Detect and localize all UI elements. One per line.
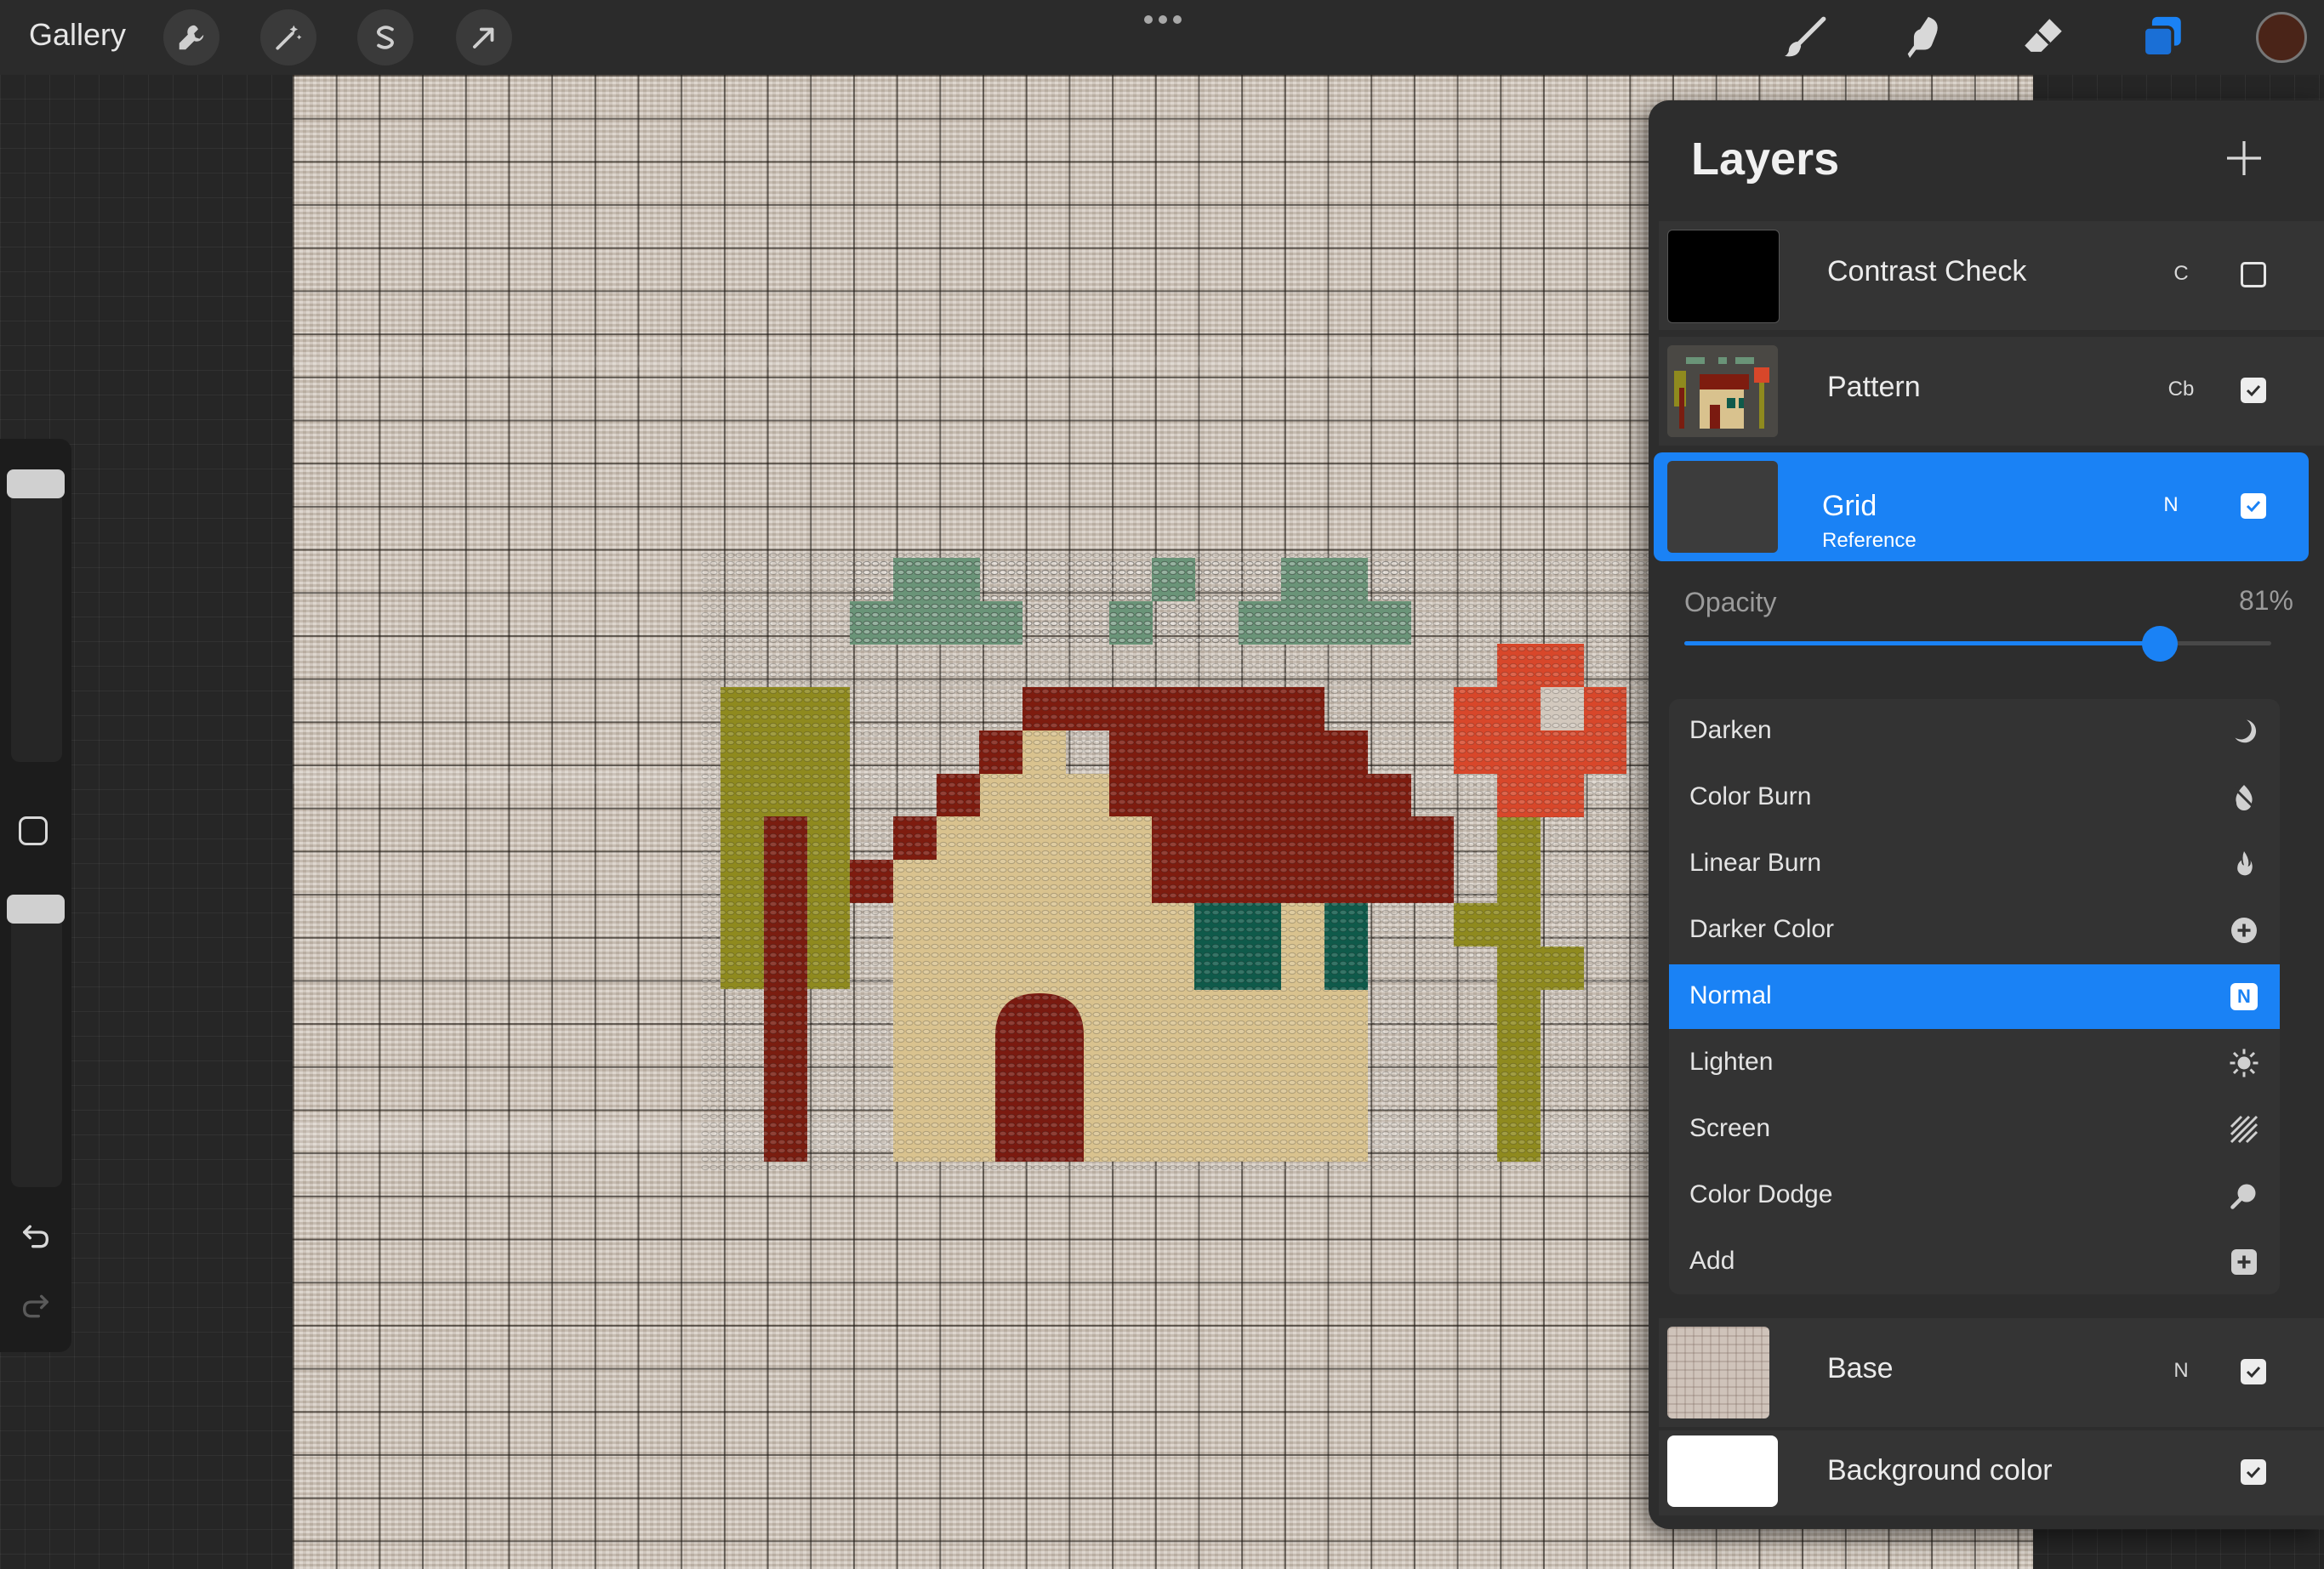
layer-subtitle: Reference [1822,529,1917,552]
opacity-slider-fill [1684,641,2160,645]
blend-mode-label: Lighten [1689,1048,1774,1076]
layers-icon[interactable] [2135,10,2190,65]
left-sidebar [0,439,71,1352]
layer-name: Pattern [1827,371,1921,403]
opacity-slider[interactable] [1684,626,2271,662]
layers-panel: Layers Contrast Check C Pattern Cb Grid … [1649,100,2324,1529]
layer-thumbnail [1667,230,1780,323]
blend-mode-lighten[interactable]: Lighten [1669,1031,2280,1095]
layer-row-base[interactable]: Base N [1659,1318,2324,1427]
more-options-icon[interactable] [1142,9,1184,34]
layer-name: Grid [1822,490,1877,522]
brush-icon[interactable] [1778,10,1832,65]
checkmark-icon [2246,1366,2261,1379]
hatch-icon [2230,1115,2258,1144]
background-color-swatch[interactable] [1667,1435,1778,1507]
burn-icon [2232,785,2256,810]
plus-square-icon [2231,1249,2257,1275]
layer-name: Contrast Check [1827,255,2027,287]
blend-mode-label: Add [1689,1247,1735,1275]
layer-visibility-checkbox[interactable] [2241,262,2266,287]
opacity-label: Opacity [1684,587,1777,617]
brush-opacity-slider[interactable] [7,895,65,1187]
gallery-button[interactable]: Gallery [29,17,126,53]
layer-name: Background color [1827,1454,2053,1487]
brush-size-handle[interactable] [7,469,65,498]
transform-arrow-icon[interactable] [456,9,512,65]
current-color-swatch[interactable] [2256,12,2307,63]
layer-visibility-checkbox[interactable] [2241,378,2266,403]
layer-visibility-checkbox[interactable] [2241,1359,2266,1384]
layer-blend-mode[interactable]: C [2162,262,2200,286]
layer-row-pattern[interactable]: Pattern Cb [1659,337,2324,446]
undo-icon[interactable] [17,1219,54,1253]
layer-name: Base [1827,1352,1894,1384]
pattern-thumbnail-image [1667,345,1778,437]
blend-mode-add[interactable]: Add [1669,1230,2280,1294]
selection-s-icon[interactable] [357,9,413,65]
checkmark-icon [2246,384,2261,397]
blend-mode-label: Linear Burn [1689,849,1822,877]
blend-mode-linear-burn[interactable]: Linear Burn [1669,832,2280,896]
blend-mode-normal[interactable]: Normal N [1669,964,2280,1029]
blend-mode-color-dodge[interactable]: Color Dodge [1669,1163,2280,1228]
layer-row-contrast-check[interactable]: Contrast Check C [1659,221,2324,330]
layer-visibility-checkbox[interactable] [2241,1459,2266,1485]
moon-icon [2235,719,2257,743]
top-toolbar: Gallery [0,0,2324,75]
layers-panel-title: Layers [1691,134,1840,185]
blend-mode-label: Color Burn [1689,782,1812,810]
layer-thumbnail [1667,461,1778,553]
checkmark-icon [2246,500,2261,513]
blend-mode-darken[interactable]: Darken [1669,699,2280,764]
opacity-value: 81% [2238,585,2293,616]
redo-icon[interactable] [17,1289,54,1323]
layer-row-grid[interactable]: Grid Reference N [1654,452,2309,561]
blend-mode-label: Darker Color [1689,915,1835,943]
n-badge-icon: N [2230,983,2258,1010]
layer-thumbnail [1667,1327,1769,1418]
blend-mode-list: Darken Color Burn Linear Burn Darker Col… [1669,699,2280,1294]
add-layer-icon[interactable] [2224,138,2264,179]
eraser-icon[interactable] [2016,10,2071,65]
blend-mode-darker-color[interactable]: Darker Color [1669,898,2280,963]
plus-circle-icon [2231,918,2257,943]
brush-opacity-handle[interactable] [7,895,65,924]
modify-button[interactable] [19,816,48,845]
layer-row-background-color[interactable]: Background color [1659,1430,2324,1515]
layer-blend-mode[interactable]: N [2162,1359,2200,1383]
smudge-icon[interactable] [1897,10,1951,65]
adjustments-wand-icon[interactable] [260,9,316,65]
blend-mode-color-burn[interactable]: Color Burn [1669,765,2280,830]
layer-thumbnail [1667,345,1778,437]
blend-mode-label: Screen [1689,1114,1771,1142]
opacity-slider-knob[interactable] [2141,626,2178,662]
layer-blend-mode[interactable]: N [2152,493,2190,517]
dodge-icon [2230,1184,2256,1209]
flame-icon [2237,851,2253,876]
checkmark-icon [2246,1466,2261,1479]
blend-mode-label: Darken [1689,716,1772,744]
actions-wrench-icon[interactable] [163,9,219,65]
sun-icon [2230,1049,2258,1077]
brush-size-slider[interactable] [7,469,65,762]
blend-mode-screen[interactable]: Screen [1669,1097,2280,1162]
blend-mode-label: Normal [1689,981,1772,1009]
layer-visibility-checkbox[interactable] [2241,493,2266,519]
blend-mode-label: Color Dodge [1689,1180,1833,1208]
layer-blend-mode[interactable]: Cb [2162,378,2200,401]
